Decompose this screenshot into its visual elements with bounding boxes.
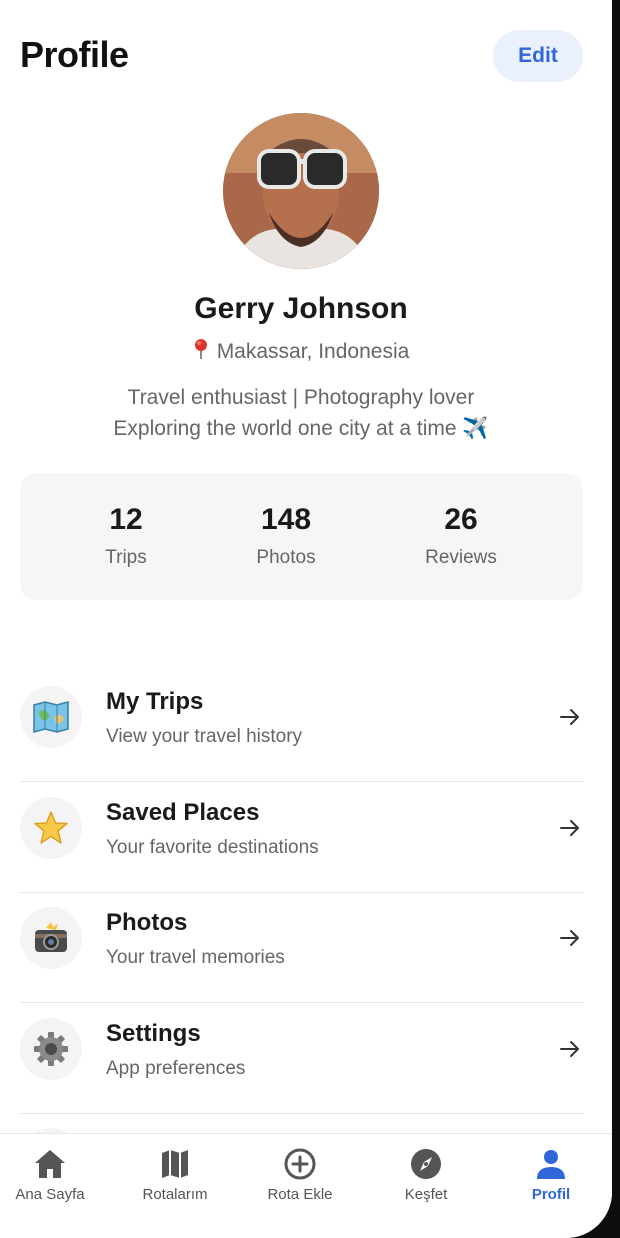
bio-line: Exploring the world one city at a time ✈… (113, 417, 489, 440)
edit-button[interactable]: Edit (493, 30, 583, 82)
gear-icon (20, 1018, 82, 1080)
arrow-right-icon (560, 709, 579, 725)
menu-item-my-trips[interactable]: My Trips View your travel history (20, 672, 583, 782)
map-icon (162, 1150, 188, 1178)
tab-routes[interactable]: Rotalarım (115, 1148, 235, 1203)
arrow-right-icon (560, 820, 579, 836)
tab-label: Profil (531, 1186, 571, 1203)
stat-label: Reviews (425, 547, 497, 568)
home-icon (35, 1150, 65, 1178)
profile-screen: Profile Edit Gerry Johnson Makassar, Ind… (0, 0, 612, 1238)
menu-title: My Trips (106, 688, 204, 715)
plus-circle-icon (284, 1148, 316, 1180)
tab-label: Rota Ekle (267, 1186, 333, 1203)
menu-title: Photos (106, 909, 188, 936)
menu-title: Settings (106, 1020, 201, 1047)
avatar (223, 113, 379, 269)
divider (20, 1002, 583, 1003)
map-icon (20, 686, 82, 748)
tab-label: Keşfet (404, 1186, 448, 1203)
arrow-right-icon (560, 930, 579, 946)
profile-bio: Travel enthusiast | Photography lover Ex… (0, 382, 602, 444)
menu-title: Saved Places (106, 799, 260, 826)
stat-reviews: 26 Reviews (391, 503, 531, 569)
location-text: Makassar, Indonesia (216, 340, 410, 363)
menu-item-photos[interactable]: Photos Your travel memories (20, 893, 583, 1003)
tab-label: Ana Sayfa (15, 1186, 85, 1203)
arrow-right-icon (560, 1041, 579, 1057)
stat-value: 26 (444, 503, 478, 536)
menu-item-settings[interactable]: Settings App preferences (20, 1004, 583, 1114)
stat-label: Trips (105, 547, 147, 568)
tab-bar: Ana Sayfa Rotalarım Rota Ekle Keşfet Pro… (0, 1133, 612, 1238)
page-title: Profile (20, 34, 129, 75)
compass-icon (411, 1149, 441, 1179)
star-icon (20, 797, 82, 859)
stat-value: 148 (260, 503, 312, 536)
stats-card: 12 Trips 148 Photos 26 Reviews (20, 473, 583, 600)
stat-trips: 12 Trips (56, 503, 196, 569)
camera-icon (20, 907, 82, 969)
tab-home[interactable]: Ana Sayfa (0, 1148, 110, 1203)
bio-line: Travel enthusiast | Photography lover (127, 386, 475, 409)
profile-name: Gerry Johnson (194, 292, 408, 325)
header: Profile Edit (20, 28, 583, 84)
divider (20, 781, 583, 782)
menu-subtitle: App preferences (106, 1058, 246, 1079)
menu-subtitle: Your favorite destinations (106, 837, 319, 858)
tab-add-route[interactable]: Rota Ekle (240, 1148, 360, 1203)
stat-label: Photos (256, 547, 316, 568)
profile-location: Makassar, Indonesia (0, 338, 602, 364)
tab-profile[interactable]: Profil (491, 1148, 611, 1203)
tab-explore[interactable]: Keşfet (366, 1148, 486, 1203)
menu-item-saved-places[interactable]: Saved Places Your favorite destinations (20, 783, 583, 893)
pin-icon (193, 338, 209, 360)
tab-label: Rotalarım (142, 1186, 208, 1203)
menu-subtitle: View your travel history (106, 726, 303, 747)
stat-value: 12 (109, 503, 143, 536)
menu-subtitle: Your travel memories (106, 947, 285, 968)
person-icon (537, 1150, 565, 1179)
stat-photos: 148 Photos (216, 503, 356, 569)
